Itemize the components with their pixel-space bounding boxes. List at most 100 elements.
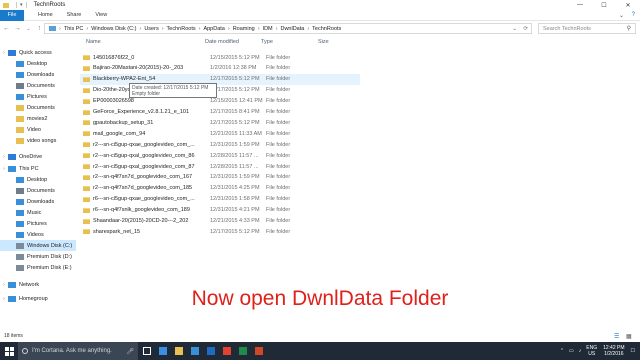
breadcrumb-separator-icon[interactable]: › bbox=[199, 26, 201, 32]
recent-locations-icon[interactable]: ⌄ bbox=[24, 26, 33, 32]
sidebar-item[interactable]: › This PC bbox=[0, 163, 76, 174]
forward-icon[interactable]: → bbox=[13, 25, 22, 32]
column-header-name[interactable]: Name bbox=[86, 39, 101, 45]
column-header-size[interactable]: Size bbox=[318, 39, 329, 45]
expand-chevron-icon[interactable]: › bbox=[0, 154, 8, 160]
quick-access-toolbar-icon[interactable]: ▾ bbox=[20, 2, 23, 8]
address-bar[interactable]: › This PC › Windows Disk (C:) › Users › TechnR… bbox=[44, 23, 532, 34]
list-item[interactable]: r2---sn-ci5gup-qxal_googlevideo_com_87 12… bbox=[80, 161, 360, 172]
sidebar-item[interactable]: Windows Disk (C:) bbox=[0, 240, 76, 251]
clock[interactable]: 12:42 PM 1/2/2016 bbox=[603, 345, 624, 357]
help-icon[interactable]: ? bbox=[632, 12, 635, 18]
sidebar-item[interactable]: movies2 bbox=[0, 113, 76, 124]
breadcrumb-item[interactable]: IDM bbox=[263, 26, 273, 32]
breadcrumb-separator-icon[interactable]: › bbox=[139, 26, 141, 32]
start-button[interactable] bbox=[0, 342, 18, 360]
file-type: File folder bbox=[266, 76, 291, 83]
tab-file[interactable]: File bbox=[0, 9, 24, 21]
list-item[interactable]: gpautobackup_setup_31 12/17/2015 5:12 PM F… bbox=[80, 117, 360, 128]
breadcrumb-item[interactable]: AppData bbox=[203, 26, 224, 32]
breadcrumb-separator-icon[interactable]: › bbox=[228, 26, 230, 32]
list-item[interactable]: r6---sn-ci5gup-qxae_googlevideo_com_... 1… bbox=[80, 194, 360, 205]
volume-icon[interactable]: ♪ bbox=[579, 348, 582, 354]
address-dropdown-icon[interactable]: ⌄ bbox=[512, 26, 517, 32]
list-item[interactable]: r2---sn-ci5gup-qxae_googlevideo_com_... 1… bbox=[80, 139, 360, 150]
list-item[interactable]: r6---sn-q4f7snlk_googlevideo_com_189 12/3… bbox=[80, 205, 360, 216]
list-item[interactable]: r2---sn-q4f7sn7d_googlevideo_com_167 12/3… bbox=[80, 172, 360, 183]
up-icon[interactable]: ↑ bbox=[35, 25, 44, 32]
language-indicator[interactable]: ENG US bbox=[586, 345, 597, 357]
expand-chevron-icon[interactable]: › bbox=[0, 50, 8, 56]
expand-ribbon-icon[interactable]: ⌄ bbox=[619, 12, 624, 19]
list-item[interactable]: r2---sn-q4f7sn7d_googlevideo_com_185 12/3… bbox=[80, 183, 360, 194]
sidebar-item[interactable]: Documents bbox=[0, 185, 76, 196]
taskbar-app[interactable] bbox=[204, 342, 218, 360]
column-header-date[interactable]: Date modified bbox=[205, 39, 239, 45]
breadcrumb-separator-icon[interactable]: › bbox=[162, 26, 164, 32]
microphone-icon[interactable]: 🎤︎ bbox=[126, 348, 134, 355]
back-icon[interactable]: ← bbox=[2, 25, 11, 32]
sidebar-item[interactable]: Videos bbox=[0, 229, 76, 240]
details-view-icon[interactable]: ☰ bbox=[614, 333, 619, 340]
taskbar-app[interactable] bbox=[140, 342, 154, 360]
large-icons-view-icon[interactable]: ▦ bbox=[626, 333, 632, 340]
sidebar-item[interactable]: Premium Disk (E:) bbox=[0, 262, 76, 273]
sidebar-item[interactable]: › Quick access bbox=[0, 47, 76, 58]
column-header-type[interactable]: Type bbox=[261, 39, 273, 45]
list-item[interactable]: EP00003026598 12/15/2015 12:41 PM File fol… bbox=[80, 96, 360, 107]
breadcrumb-item[interactable]: TechnRoots bbox=[167, 26, 196, 32]
file-date: 12/28/2015 11:57 ... bbox=[210, 152, 259, 159]
taskbar-app[interactable] bbox=[188, 342, 202, 360]
sidebar-item[interactable]: video songs bbox=[0, 135, 76, 146]
sidebar-item[interactable]: Downloads bbox=[0, 69, 76, 80]
action-center-icon[interactable]: ☐ bbox=[631, 348, 635, 354]
close-button[interactable]: ✕ bbox=[616, 0, 640, 10]
sidebar-item[interactable]: Documents bbox=[0, 80, 76, 91]
sidebar-item[interactable]: Premium Disk (D:) bbox=[0, 251, 76, 262]
breadcrumb-item[interactable]: Windows Disk (C:) bbox=[91, 26, 136, 32]
sidebar-item[interactable]: Desktop bbox=[0, 58, 76, 69]
cortana-search-box[interactable]: I'm Cortana. Ask me anything. 🎤︎ bbox=[18, 342, 138, 360]
list-item[interactable]: Blackberry-WPA2-Ent_54 12/17/2015 5:12 PM… bbox=[80, 73, 360, 85]
list-item[interactable]: Shaandaar-20(2015)-20CD-20---2_202 12/21/… bbox=[80, 216, 360, 227]
sidebar-item[interactable]: Music bbox=[0, 207, 76, 218]
list-item[interactable]: GeForce_Experience_v2.8.1.21_e_101 12/17/… bbox=[80, 107, 360, 118]
show-hidden-icons-icon[interactable]: ⌃ bbox=[560, 348, 564, 354]
sidebar-item[interactable]: Pictures bbox=[0, 91, 76, 102]
tab-home[interactable]: Home bbox=[38, 12, 53, 18]
refresh-icon[interactable]: ⟳ bbox=[523, 26, 528, 32]
tab-view[interactable]: View bbox=[95, 12, 107, 18]
taskbar-app[interactable] bbox=[172, 342, 186, 360]
taskbar-app[interactable] bbox=[252, 342, 266, 360]
breadcrumb-item[interactable]: This PC bbox=[64, 26, 84, 32]
list-item[interactable]: Dio-20the-20your 12/17/2015 5:12 PM File f… bbox=[80, 85, 360, 96]
taskbar-app[interactable] bbox=[236, 342, 250, 360]
tab-share[interactable]: Share bbox=[67, 12, 82, 18]
list-item[interactable]: sharespark_net_15 12/17/2015 5:12 PM File … bbox=[80, 226, 360, 237]
network-status-icon[interactable]: ▭ bbox=[569, 348, 574, 354]
sidebar-item[interactable]: Pictures bbox=[0, 218, 76, 229]
list-item[interactable]: 145016876f22_0 12/15/2015 5:12 PM File fol… bbox=[80, 52, 360, 63]
sidebar-item[interactable]: Downloads bbox=[0, 196, 76, 207]
list-item[interactable]: Bajirao-20Mastani-20(2015)-20-_203 1/2/20… bbox=[80, 63, 360, 74]
breadcrumb-separator-icon[interactable]: › bbox=[258, 26, 260, 32]
breadcrumb-separator-icon[interactable]: › bbox=[307, 26, 309, 32]
taskbar-app[interactable] bbox=[156, 342, 170, 360]
taskbar-app[interactable] bbox=[220, 342, 234, 360]
sidebar-item[interactable]: Desktop bbox=[0, 174, 76, 185]
list-item[interactable]: r2---sn-ci5gup-qxal_googlevideo_com_86 12… bbox=[80, 150, 360, 161]
maximize-button[interactable]: ☐ bbox=[592, 0, 616, 10]
sidebar-item[interactable]: › OneDrive bbox=[0, 151, 76, 162]
breadcrumb-item[interactable]: TechnRoots bbox=[312, 26, 341, 32]
sidebar-item[interactable]: Documents bbox=[0, 102, 76, 113]
breadcrumb-item[interactable]: Users bbox=[144, 26, 158, 32]
breadcrumb-item[interactable]: Roaming bbox=[233, 26, 255, 32]
breadcrumb-item[interactable]: DwnlData bbox=[280, 26, 304, 32]
expand-chevron-icon[interactable]: › bbox=[0, 166, 8, 172]
minimize-button[interactable]: — bbox=[568, 0, 592, 10]
sidebar-item[interactable]: Video bbox=[0, 124, 76, 135]
search-input[interactable]: Search TechnRoots ⚲ bbox=[538, 23, 636, 34]
breadcrumb-separator-icon[interactable]: › bbox=[86, 26, 88, 32]
breadcrumb-separator-icon[interactable]: › bbox=[276, 26, 278, 32]
list-item[interactable]: mail_google_com_94 12/21/2015 11:33 AM Fil… bbox=[80, 128, 360, 139]
